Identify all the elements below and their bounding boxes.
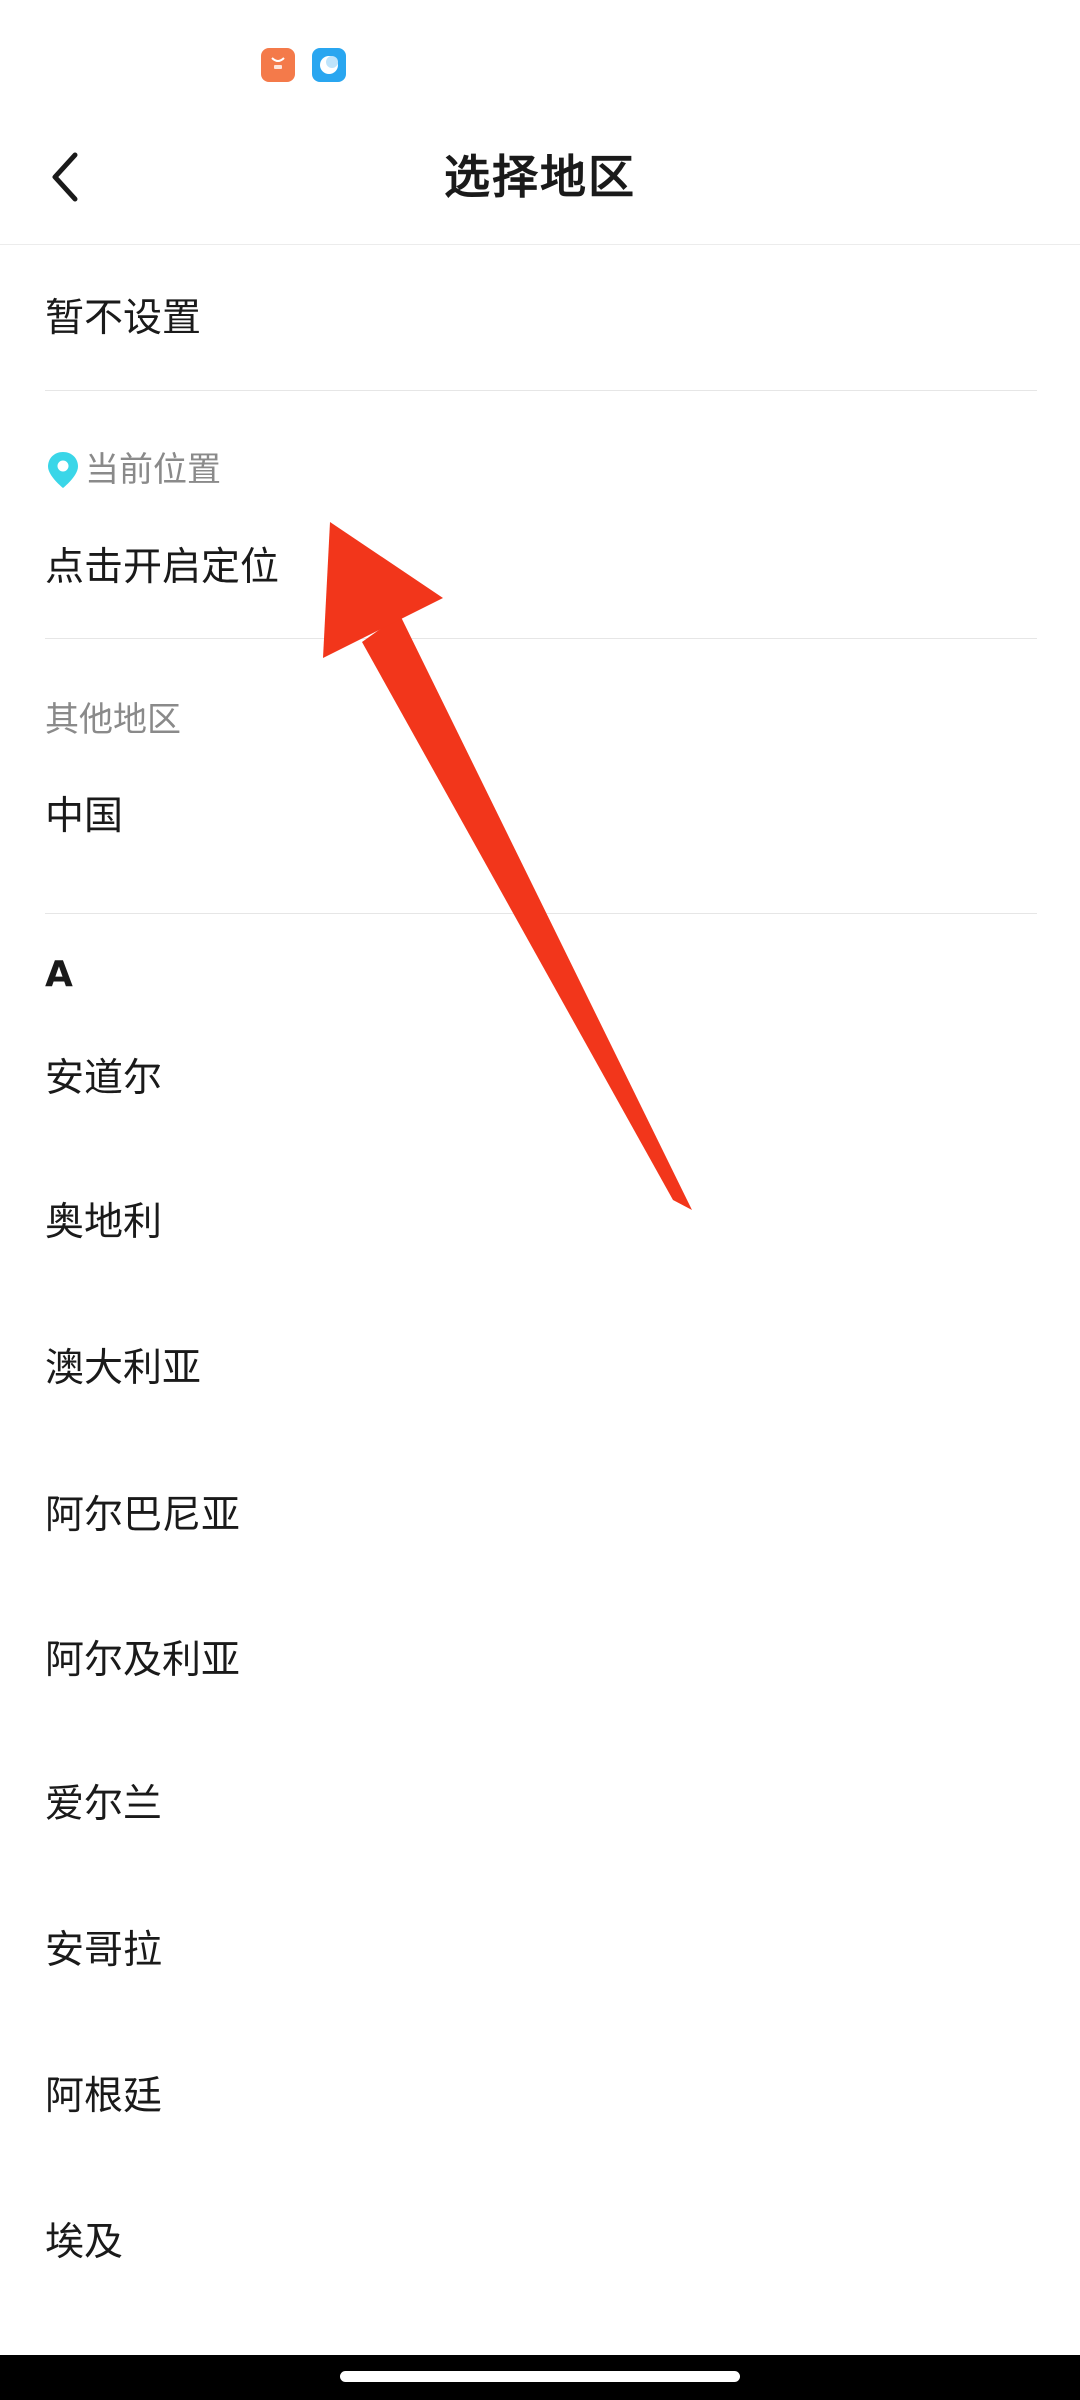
region-list-item[interactable]: 安哥拉 (45, 1924, 162, 1978)
home-indicator[interactable] (340, 2371, 740, 2382)
index-letter-header: A (45, 954, 73, 995)
enable-location-button[interactable]: 点击开启定位 (45, 541, 279, 595)
region-item-china[interactable]: 中国 (45, 790, 123, 844)
shopping-app-icon (261, 48, 295, 82)
location-pin-icon (48, 452, 78, 488)
region-list-item[interactable]: 安道尔 (45, 1052, 162, 1106)
other-regions-header: 其他地区 (45, 700, 181, 740)
region-list-item[interactable]: 阿尔及利亚 (45, 1634, 240, 1688)
divider (45, 913, 1037, 914)
divider (45, 390, 1037, 391)
region-list-item[interactable]: 阿尔巴尼亚 (45, 1489, 240, 1543)
region-list-item[interactable]: 奥地利 (45, 1196, 162, 1250)
gesture-bar (0, 2355, 1080, 2400)
region-list-item[interactable]: 埃及 (45, 2216, 123, 2270)
status-bar (0, 0, 1080, 120)
page-title: 选择地区 (444, 150, 636, 204)
current-location-header: 当前位置 (85, 450, 221, 490)
nav-bar: 选择地区 (0, 120, 1080, 245)
region-list-item[interactable]: 澳大利亚 (45, 1342, 201, 1396)
not-set-option[interactable]: 暂不设置 (45, 292, 201, 346)
browser-app-icon (312, 48, 346, 82)
divider (45, 638, 1037, 639)
region-list-item[interactable]: 爱尔兰 (45, 1778, 162, 1832)
region-list-item[interactable]: 阿根廷 (45, 2070, 162, 2124)
